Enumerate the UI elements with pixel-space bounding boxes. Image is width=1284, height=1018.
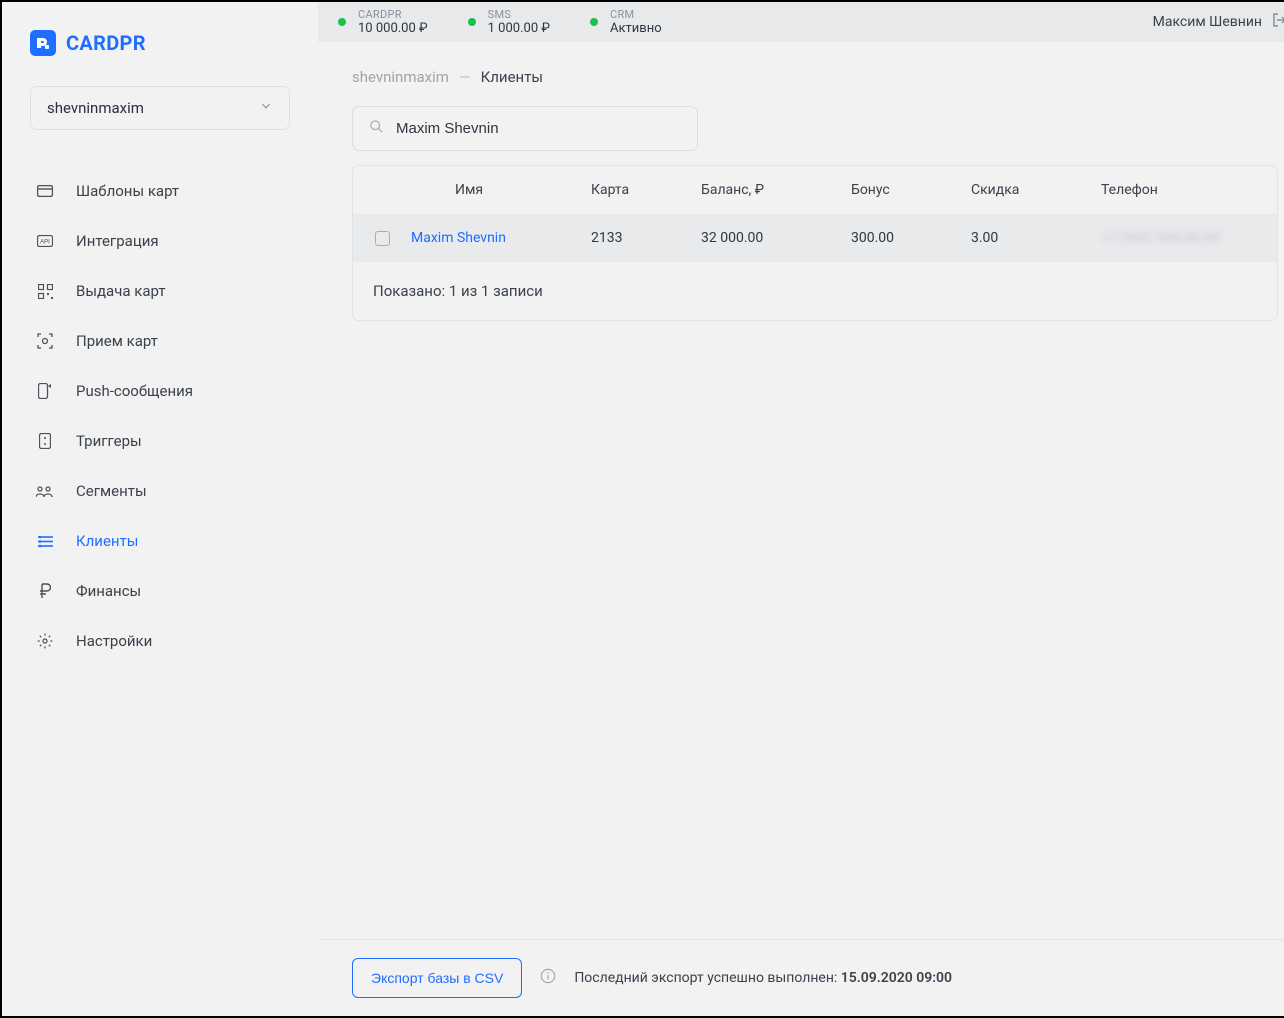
th-card: Карта bbox=[591, 182, 701, 198]
scan-icon bbox=[36, 333, 54, 349]
card-templates-icon bbox=[36, 185, 54, 197]
footer: Экспорт базы в CSV Последний экспорт усп… bbox=[318, 939, 1284, 1016]
gear-icon bbox=[36, 633, 54, 649]
status-value: 10 000.00 ₽ bbox=[358, 21, 428, 36]
clients-icon bbox=[36, 535, 54, 548]
sidebar-item-settings[interactable]: Настройки bbox=[30, 620, 290, 662]
sidebar-item-label: Интеграция bbox=[76, 232, 159, 250]
svg-text:API: API bbox=[40, 240, 50, 246]
status-cardpr: CARDPR 10 000.00 ₽ bbox=[338, 8, 428, 36]
brand-logo: CARDPR bbox=[30, 30, 290, 56]
status-value: 1 000.00 ₽ bbox=[488, 21, 550, 36]
content: shevninmaxim — Клиенты Имя Карта Баланс,… bbox=[318, 42, 1284, 939]
sidebar-item-push[interactable]: Push-сообщения bbox=[30, 370, 290, 412]
th-balance: Баланс, ₽ bbox=[701, 182, 851, 198]
account-selector-value: shevninmaxim bbox=[47, 99, 144, 117]
table-header: Имя Карта Баланс, ₽ Бонус Скидка Телефон bbox=[353, 166, 1277, 214]
qr-icon bbox=[36, 284, 54, 299]
user-box: Максим Шевнин bbox=[1153, 13, 1284, 31]
status-label: CARDPR bbox=[358, 8, 428, 21]
triggers-icon bbox=[36, 433, 54, 449]
export-status-date: 15.09.2020 09:00 bbox=[841, 970, 952, 986]
sidebar-item-label: Клиенты bbox=[76, 532, 138, 550]
sidebar-item-label: Push-сообщения bbox=[76, 382, 193, 400]
status-dot-icon bbox=[590, 18, 598, 26]
sidebar-item-clients[interactable]: Клиенты bbox=[30, 520, 290, 562]
cell-discount: 3.00 bbox=[971, 230, 1101, 246]
th-discount: Скидка bbox=[971, 182, 1101, 198]
status-items: CARDPR 10 000.00 ₽ SMS 1 000.00 ₽ CRM bbox=[338, 8, 662, 36]
status-label: SMS bbox=[488, 8, 550, 21]
status-sms: SMS 1 000.00 ₽ bbox=[468, 8, 550, 36]
sidebar-item-segments[interactable]: Сегменты bbox=[30, 470, 290, 512]
status-crm: CRM Активно bbox=[590, 8, 662, 36]
sidebar-item-label: Финансы bbox=[76, 582, 141, 600]
user-name: Максим Шевнин bbox=[1153, 14, 1262, 30]
cell-bonus: 300.00 bbox=[851, 230, 971, 246]
cell-name[interactable]: Maxim Shevnin bbox=[411, 230, 591, 246]
sidebar-nav: Шаблоны карт API Интеграция Выдача карт … bbox=[30, 170, 290, 662]
sidebar-item-triggers[interactable]: Триггеры bbox=[30, 420, 290, 462]
table-row[interactable]: Maxim Shevnin 2133 32 000.00 300.00 3.00… bbox=[353, 214, 1277, 262]
sidebar-item-issue-cards[interactable]: Выдача карт bbox=[30, 270, 290, 312]
sidebar-item-label: Прием карт bbox=[76, 332, 158, 350]
th-bonus: Бонус bbox=[851, 182, 971, 198]
status-value: Активно bbox=[610, 21, 662, 36]
sidebar-item-integration[interactable]: API Интеграция bbox=[30, 220, 290, 262]
main: CARDPR 10 000.00 ₽ SMS 1 000.00 ₽ CRM bbox=[318, 2, 1284, 1016]
api-icon: API bbox=[36, 235, 54, 247]
sidebar-item-label: Шаблоны карт bbox=[76, 182, 179, 200]
search-box[interactable] bbox=[352, 106, 698, 151]
search-icon bbox=[369, 119, 384, 138]
breadcrumb-root[interactable]: shevninmaxim bbox=[352, 68, 449, 86]
export-status-prefix: Последний экспорт успешно выполнен: bbox=[574, 970, 840, 986]
export-status: Последний экспорт успешно выполнен: 15.0… bbox=[574, 970, 952, 986]
status-label: CRM bbox=[610, 8, 662, 21]
sidebar-item-finance[interactable]: Финансы bbox=[30, 570, 290, 612]
cell-card: 2133 bbox=[591, 230, 701, 246]
sidebar-item-label: Триггеры bbox=[76, 432, 142, 450]
brand-name: CARDPR bbox=[66, 31, 146, 55]
sidebar-item-templates[interactable]: Шаблоны карт bbox=[30, 170, 290, 212]
sidebar: CARDPR shevninmaxim Шаблоны карт API Инт… bbox=[2, 2, 318, 1016]
logout-icon[interactable] bbox=[1272, 13, 1284, 31]
breadcrumb-separator: — bbox=[459, 68, 471, 86]
push-icon bbox=[36, 383, 54, 399]
status-dot-icon bbox=[338, 18, 346, 26]
th-name: Имя bbox=[411, 182, 591, 198]
search-input[interactable] bbox=[396, 120, 681, 137]
breadcrumb: shevninmaxim — Клиенты bbox=[352, 68, 1278, 86]
clients-table: Имя Карта Баланс, ₽ Бонус Скидка Телефон… bbox=[352, 165, 1278, 321]
segments-icon bbox=[36, 485, 54, 497]
ruble-icon bbox=[36, 583, 54, 599]
sidebar-item-label: Сегменты bbox=[76, 482, 147, 500]
status-dot-icon bbox=[468, 18, 476, 26]
sidebar-item-label: Выдача карт bbox=[76, 282, 166, 300]
table-footer: Показано: 1 из 1 записи bbox=[353, 262, 1277, 320]
chevron-down-icon bbox=[259, 99, 273, 117]
account-selector[interactable]: shevninmaxim bbox=[30, 86, 290, 130]
export-csv-button[interactable]: Экспорт базы в CSV bbox=[352, 958, 522, 998]
sidebar-item-accept-cards[interactable]: Прием карт bbox=[30, 320, 290, 362]
th-phone: Телефон bbox=[1101, 182, 1261, 198]
info-icon[interactable] bbox=[540, 968, 556, 988]
brand-logo-icon bbox=[30, 30, 56, 56]
sidebar-item-label: Настройки bbox=[76, 632, 152, 650]
row-checkbox[interactable] bbox=[375, 231, 390, 246]
cell-balance: 32 000.00 bbox=[701, 230, 851, 246]
topbar: CARDPR 10 000.00 ₽ SMS 1 000.00 ₽ CRM bbox=[318, 2, 1284, 42]
cell-phone: +7 (900) 000-00-00 bbox=[1101, 230, 1261, 246]
breadcrumb-current: Клиенты bbox=[481, 68, 543, 86]
